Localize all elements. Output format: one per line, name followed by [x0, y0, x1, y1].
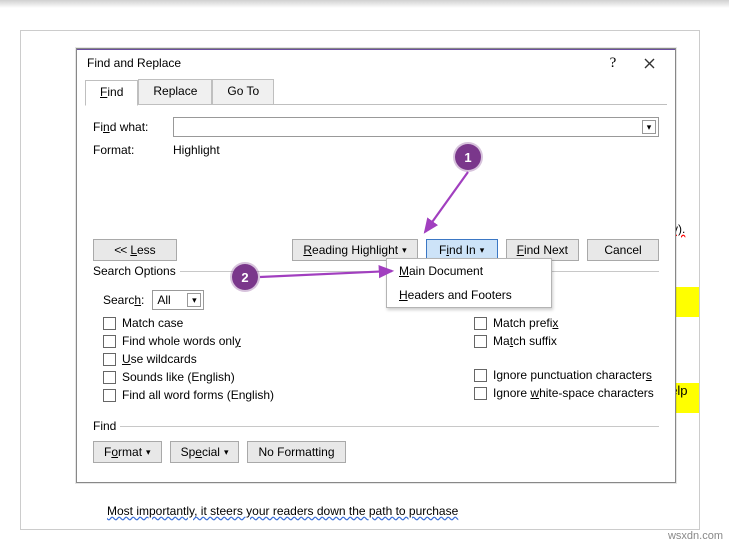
callout-arrows — [0, 0, 729, 546]
page-background: media you're lucky). which probably ill … — [0, 0, 729, 546]
callout-badge-1: 1 — [455, 144, 481, 170]
callout-badge-2: 2 — [232, 264, 258, 290]
